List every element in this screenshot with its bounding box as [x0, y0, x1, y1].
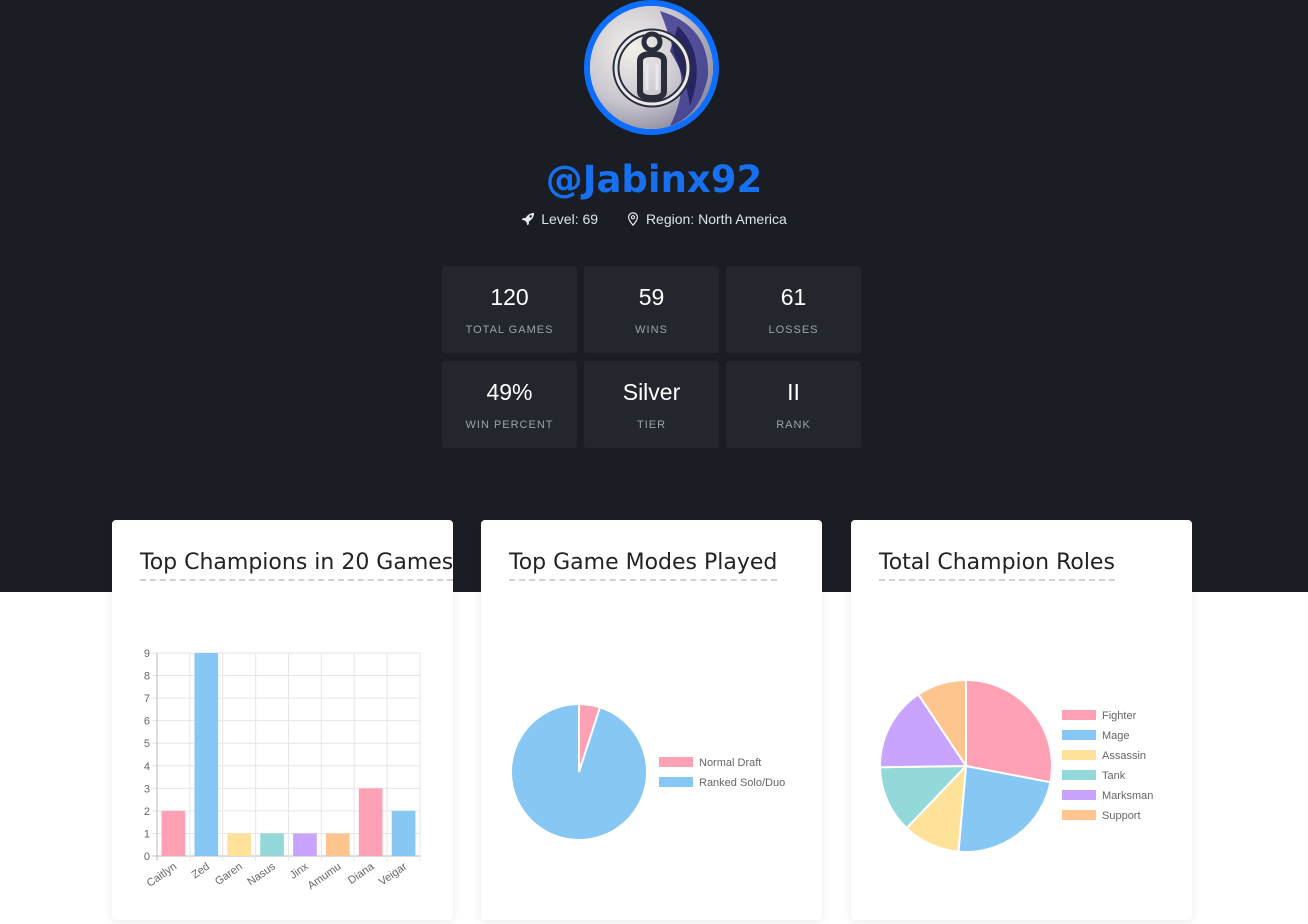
stat-label: Losses	[768, 324, 819, 336]
y-tick-label: 7	[144, 693, 150, 705]
bar-zed	[194, 653, 219, 856]
level-label: Level: 69	[541, 211, 599, 227]
legend-swatch	[659, 757, 693, 767]
legend-swatch	[659, 777, 693, 787]
stat-label: Tier	[636, 419, 667, 431]
y-tick-label: 6	[144, 716, 150, 728]
champion-roles-card: Fighter Mage Assassin Tank Marksman Support T…	[851, 520, 1192, 920]
x-tick-label: Amumu	[306, 861, 344, 893]
region-info: Region: North America	[626, 211, 787, 227]
y-tick-label: 0	[144, 851, 150, 863]
bar-nasus	[260, 833, 284, 856]
stat-value: 59	[638, 284, 665, 310]
bar-jinx	[293, 833, 317, 856]
y-tick-label: 5	[144, 738, 150, 750]
legend-swatch	[1062, 750, 1096, 760]
x-tick-label: Garen	[213, 861, 245, 888]
legend-label: Ranked Solo/Duo	[699, 777, 785, 789]
x-tick-label: Veigar	[377, 860, 410, 888]
y-tick-label: 3	[144, 783, 150, 795]
rocket-icon	[522, 212, 535, 226]
region-label: Region: North America	[645, 211, 787, 227]
legend-label: Mage	[1102, 730, 1130, 742]
profile-hero: @Jabinx92 Level: 69 Region: North Americ…	[0, 0, 1308, 592]
bar-diana	[358, 788, 383, 856]
bar-amumu	[325, 833, 350, 856]
stat-value: 61	[780, 284, 807, 310]
legend-label: Normal Draft	[699, 757, 761, 769]
legend-label: Assassin	[1102, 750, 1146, 762]
y-tick-label: 9	[144, 648, 150, 660]
pie-slice-mage	[957, 764, 1052, 853]
legend-label: Tank	[1102, 770, 1126, 782]
game-modes-card: Normal Draft Ranked Solo/Duo Top Game Mod…	[481, 520, 822, 920]
stat-total-games: 120 Total Games	[442, 266, 577, 353]
pie-slice-fighter	[965, 678, 1053, 784]
stat-label: Win Percent	[465, 419, 554, 431]
x-tick-label: Diana	[346, 860, 377, 887]
x-tick-label: Zed	[190, 861, 212, 882]
username: @Jabinx92	[545, 158, 763, 201]
stat-label: Total Games	[465, 324, 554, 336]
stat-value: 49%	[486, 379, 533, 405]
y-tick-label: 2	[144, 806, 150, 818]
x-tick-label: Nasus	[245, 860, 278, 888]
card-title: Total Champion Roles	[879, 550, 1115, 581]
legend-label: Support	[1102, 810, 1141, 822]
stat-value: Silver	[622, 379, 681, 405]
stat-label: Wins	[635, 324, 668, 336]
legend-swatch	[1062, 790, 1096, 800]
legend-swatch	[1062, 810, 1096, 820]
bar-veigar	[391, 810, 416, 856]
stat-label: Rank	[776, 419, 811, 431]
legend-swatch	[1062, 710, 1096, 720]
y-tick-label: 1	[144, 828, 150, 840]
bar-caitlyn	[161, 810, 186, 856]
legend-swatch	[1062, 770, 1096, 780]
pie-slice-ranked-solo-duo	[510, 702, 648, 841]
y-tick-label: 4	[144, 761, 150, 773]
card-title: Top Game Modes Played	[509, 550, 778, 581]
map-pin-icon	[627, 212, 638, 227]
avatar[interactable]	[584, 0, 719, 135]
stat-wins: 59 Wins	[584, 266, 719, 353]
team-logo-icon	[590, 6, 713, 129]
stat-value: II	[787, 379, 800, 405]
stat-win-percent: 49% Win Percent	[442, 361, 577, 448]
stat-tier: Silver Tier	[584, 361, 719, 448]
stat-losses: 61 Losses	[726, 266, 861, 353]
stat-value: 120	[490, 284, 529, 310]
y-tick-label: 8	[144, 671, 150, 683]
profile-meta: Level: 69 Region: North America	[0, 211, 1308, 227]
legend-label: Fighter	[1102, 710, 1137, 722]
level-info: Level: 69	[521, 211, 598, 227]
legend-label: Marksman	[1102, 790, 1153, 802]
stat-rank: II Rank	[726, 361, 861, 448]
top-champions-card: 0 1 2 3 4 5 6 7 8 9 Caitlyn Zed Garen Nasus Jinx Amumu D…	[112, 520, 454, 920]
card-title: Top Champions in 20 Games	[140, 550, 454, 581]
x-tick-label: Jinx	[288, 860, 311, 881]
legend-swatch	[1062, 730, 1096, 740]
x-tick-label: Caitlyn	[145, 861, 179, 890]
bar-garen	[227, 833, 252, 856]
